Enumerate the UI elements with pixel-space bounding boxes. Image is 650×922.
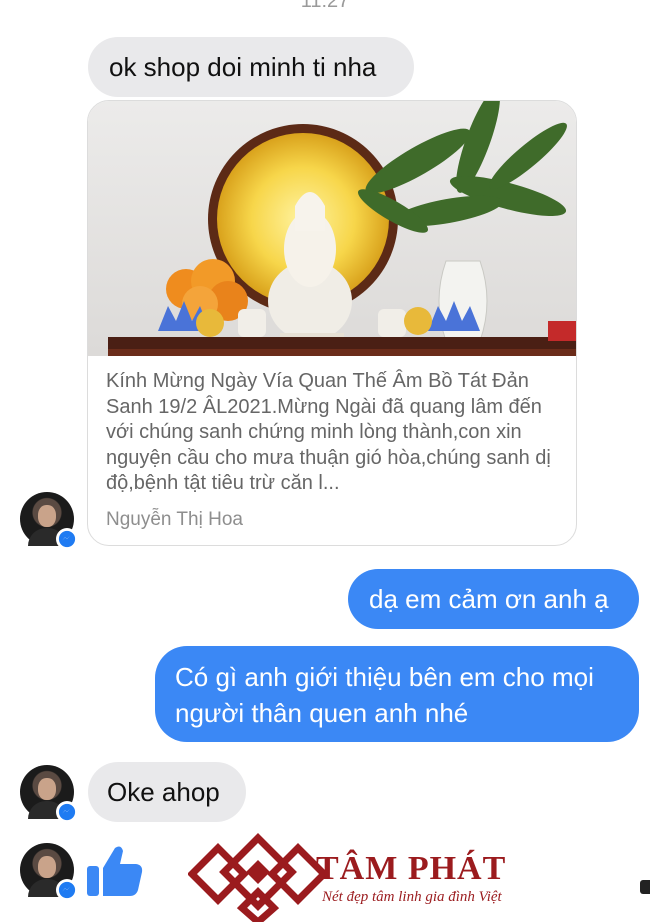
contact-avatar[interactable] bbox=[20, 492, 78, 550]
brand-tagline: Nét đẹp tâm linh gia đình Việt bbox=[322, 889, 502, 905]
message-bubble-incoming[interactable]: ok shop doi minh ti nha bbox=[88, 37, 414, 97]
avatar-face bbox=[38, 856, 56, 878]
message-bubble-outgoing[interactable]: Có gì anh giới thiệu bên em cho mọi ngườ… bbox=[155, 646, 639, 742]
thumbs-up-icon[interactable] bbox=[85, 840, 145, 900]
avatar-face bbox=[38, 505, 56, 527]
link-preview-card[interactable]: Kính Mừng Ngày Vía Quan Thế Âm Bồ Tát Đả… bbox=[87, 100, 577, 546]
message-bubble-incoming[interactable]: Oke ahop bbox=[88, 762, 246, 822]
contact-avatar[interactable] bbox=[20, 843, 78, 901]
messenger-icon bbox=[56, 528, 78, 550]
tam-phat-logo bbox=[188, 833, 328, 922]
brand-name: TÂM PHÁT bbox=[316, 850, 507, 887]
link-preview-author: Nguyễn Thị Hoa bbox=[106, 509, 243, 530]
messenger-icon bbox=[56, 801, 78, 823]
avatar-face bbox=[38, 778, 56, 800]
message-bubble-outgoing[interactable]: dạ em cảm ơn anh ạ bbox=[348, 569, 639, 629]
link-preview-description: Kính Mừng Ngày Vía Quan Thế Âm Bồ Tát Đả… bbox=[106, 370, 551, 494]
status-time: 11:27 bbox=[300, 0, 350, 12]
edge-fragment bbox=[640, 880, 650, 894]
messenger-icon bbox=[56, 879, 78, 901]
contact-avatar[interactable] bbox=[20, 765, 78, 823]
altar-photo bbox=[88, 101, 576, 356]
